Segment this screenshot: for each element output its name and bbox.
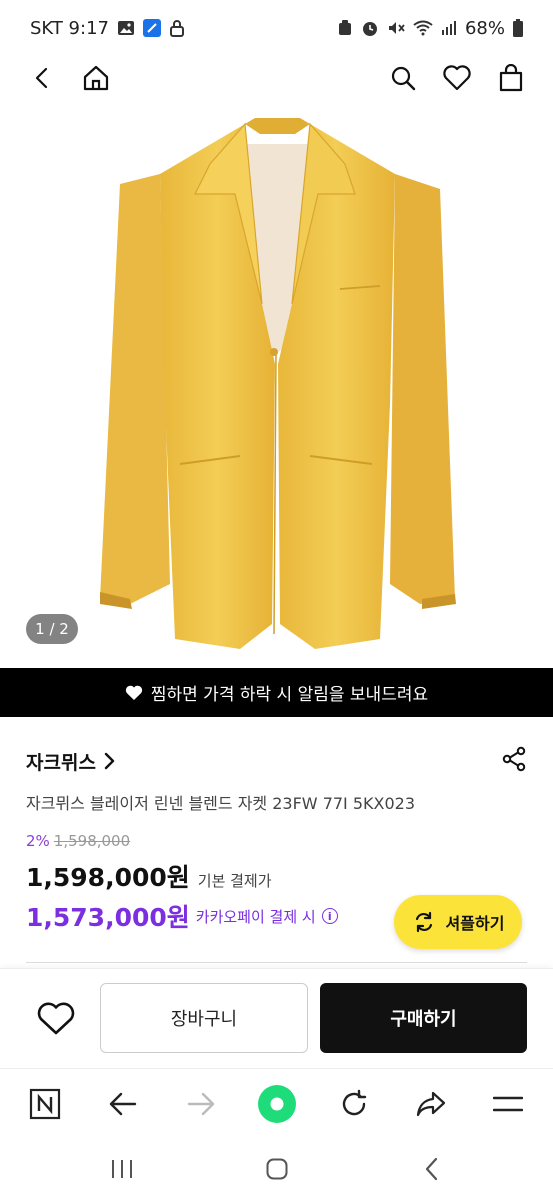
home-icon bbox=[83, 65, 109, 91]
app-notification-icon bbox=[142, 19, 161, 37]
product-title: 자크뮈스 블레이저 린넨 블렌드 자켓 23FW 77I 5KX023 bbox=[26, 794, 416, 813]
signal-icon bbox=[441, 21, 456, 35]
lock-notification-icon bbox=[169, 20, 184, 37]
browser-forward-button[interactable] bbox=[178, 1081, 224, 1127]
system-back-icon bbox=[425, 1157, 438, 1181]
divider bbox=[26, 962, 527, 963]
top-nav bbox=[0, 56, 553, 100]
kakaopay-label: 카카오페이 결제 시 bbox=[195, 907, 316, 926]
arrow-right-icon bbox=[187, 1092, 215, 1116]
browser-toolbar bbox=[0, 1068, 553, 1138]
bag-icon bbox=[499, 64, 523, 92]
brand-name: 자크뮈스 bbox=[26, 751, 96, 774]
wishlist-toggle-button[interactable] bbox=[26, 989, 86, 1049]
image-counter: 1 / 2 bbox=[26, 614, 78, 644]
naver-home-button[interactable] bbox=[22, 1081, 68, 1127]
system-home-button[interactable] bbox=[254, 1150, 300, 1188]
battery-icon bbox=[513, 19, 523, 37]
forward-share-icon bbox=[416, 1091, 446, 1117]
brand-row: 자크뮈스 bbox=[26, 745, 527, 777]
wishlist-button[interactable] bbox=[435, 56, 479, 100]
product-image[interactable]: 1 / 2 bbox=[0, 104, 553, 668]
purchase-bar: 장바구니 구매하기 bbox=[0, 968, 553, 1068]
kakaopay-price: 1,573,000원 bbox=[26, 903, 190, 932]
price: 1,598,000원 bbox=[26, 863, 190, 892]
shuffle-label: 셔플하기 bbox=[445, 914, 505, 933]
home-button[interactable] bbox=[74, 56, 118, 100]
carrier-time: SKT 9:17 bbox=[30, 17, 109, 39]
shuffle-button[interactable]: 셔플하기 bbox=[394, 895, 522, 949]
search-button[interactable] bbox=[381, 56, 425, 100]
discount-percent: 2% bbox=[26, 832, 50, 850]
menu-button[interactable] bbox=[485, 1081, 531, 1127]
mute-icon bbox=[388, 22, 405, 34]
reload-icon bbox=[342, 1089, 367, 1116]
alarm-lock-icon bbox=[338, 20, 351, 35]
price-row: 1,598,000원 기본 결제가 bbox=[26, 858, 272, 894]
status-bar: SKT 9:17 68% bbox=[0, 0, 553, 56]
info-icon[interactable]: i bbox=[321, 908, 338, 924]
recent-apps-button[interactable] bbox=[99, 1150, 145, 1188]
back-icon bbox=[35, 67, 48, 89]
gallery-notification-icon bbox=[117, 21, 134, 35]
share-page-button[interactable] bbox=[408, 1081, 454, 1127]
discount-row: 2% 1,598,000 bbox=[26, 832, 130, 850]
jacket-illustration bbox=[100, 118, 456, 649]
heart-filled-icon bbox=[125, 685, 142, 700]
share-icon bbox=[502, 746, 526, 772]
green-dot-icon bbox=[258, 1085, 296, 1123]
add-to-cart-button[interactable]: 장바구니 bbox=[100, 983, 308, 1053]
share-button[interactable] bbox=[501, 746, 527, 776]
price-label: 기본 결제가 bbox=[197, 872, 272, 890]
reload-button[interactable] bbox=[331, 1081, 377, 1127]
heart-outline-icon bbox=[37, 1002, 75, 1035]
shuffle-icon bbox=[415, 911, 432, 933]
wishlist-banner-text: 찜하면 가격 하락 시 알림을 보내드려요 bbox=[150, 685, 429, 705]
wifi-icon bbox=[413, 20, 433, 36]
chevron-right-icon bbox=[104, 752, 115, 770]
system-back-button[interactable] bbox=[409, 1150, 455, 1188]
original-price: 1,598,000 bbox=[53, 832, 131, 850]
back-button[interactable] bbox=[20, 56, 64, 100]
recent-apps-icon bbox=[112, 1160, 132, 1178]
green-dot-button[interactable] bbox=[254, 1081, 300, 1127]
system-home-icon bbox=[266, 1158, 288, 1180]
kakaopay-price-row: 1,573,000원 카카오페이 결제 시 i bbox=[26, 898, 338, 934]
brand-link[interactable]: 자크뮈스 bbox=[26, 748, 116, 775]
hamburger-icon bbox=[493, 1096, 523, 1112]
heart-icon bbox=[443, 65, 471, 91]
search-icon bbox=[391, 66, 416, 91]
wishlist-banner[interactable]: 찜하면 가격 하락 시 알림을 보내드려요 bbox=[0, 668, 553, 717]
cart-button[interactable] bbox=[489, 56, 533, 100]
battery-percent: 68% bbox=[464, 17, 505, 39]
system-navigation bbox=[0, 1138, 553, 1200]
naver-n-icon bbox=[29, 1088, 61, 1120]
alarm-icon bbox=[362, 22, 377, 36]
buy-now-button[interactable]: 구매하기 bbox=[320, 983, 527, 1053]
arrow-left-icon bbox=[109, 1092, 137, 1116]
browser-back-button[interactable] bbox=[100, 1081, 146, 1127]
